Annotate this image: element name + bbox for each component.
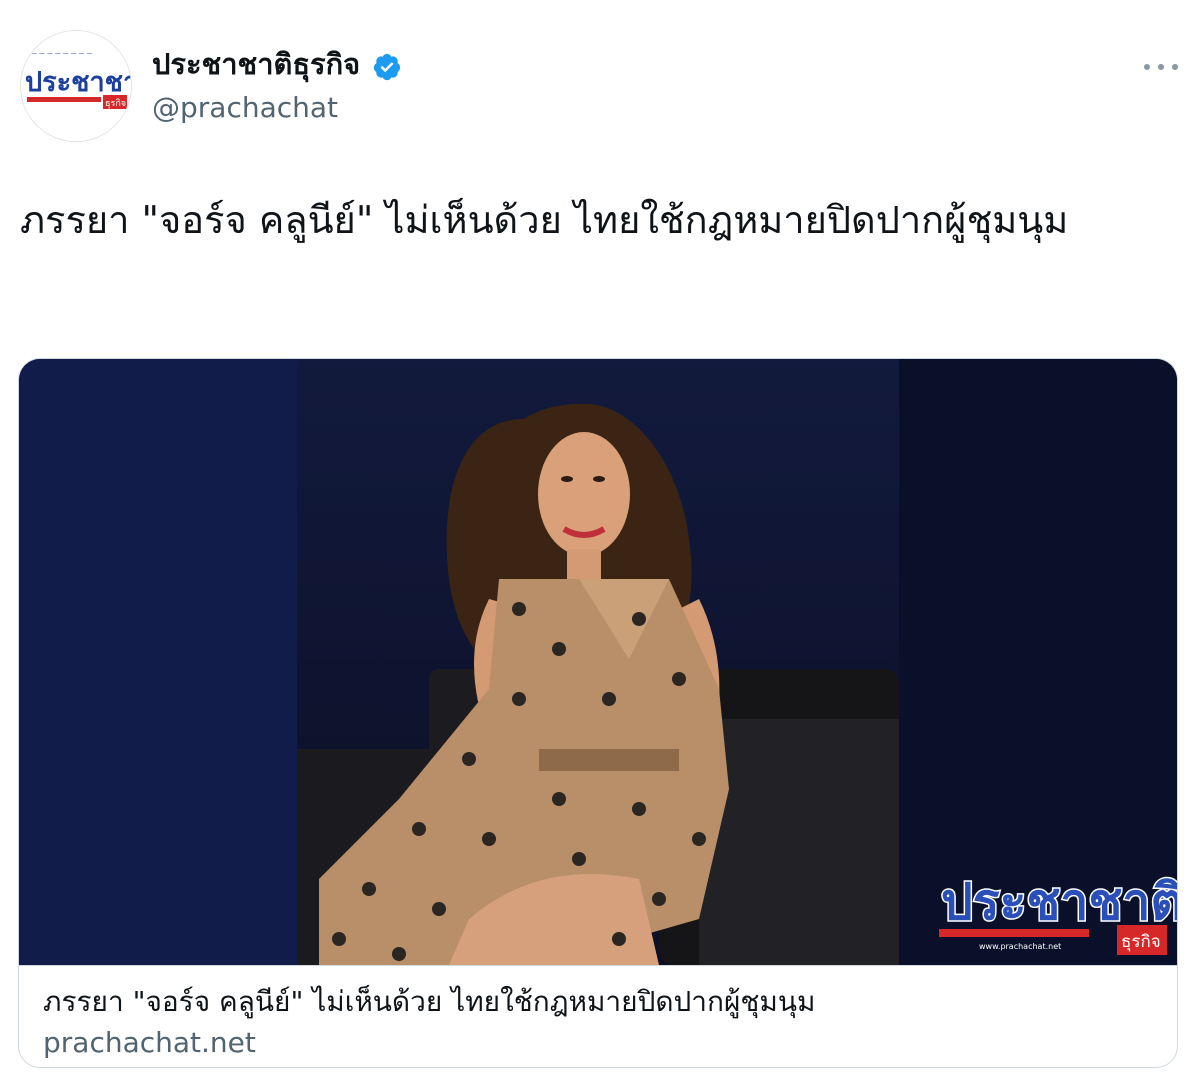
display-name[interactable]: ประชาชาติธุรกิจ (152, 44, 360, 84)
svg-text:ประชาชาติ: ประชาชาติ (941, 873, 1177, 931)
dot-icon (1158, 64, 1164, 70)
card-image[interactable]: ประชาชาติ www.prachachat.net ธุรกิจ (19, 359, 1177, 965)
svg-text:— — — — — — — —: — — — — — — — — (31, 50, 92, 57)
card-divider (19, 965, 1177, 966)
more-options-icon[interactable] (1144, 52, 1178, 82)
card-title[interactable]: ภรรยา "จอร์จ คลูนีย์" ไม่เห็นด้วย ไทยใช้… (43, 982, 1153, 1022)
tweet-text: ภรรยา "จอร์จ คลูนีย์" ไม่เห็นด้วย ไทยใช้… (20, 198, 1069, 242)
avatar[interactable]: — — — — — — — — ประชาชาติ ธุรกิจ (20, 30, 132, 142)
link-preview-card[interactable]: ประชาชาติ www.prachachat.net ธุรกิจ ภรรย… (18, 358, 1178, 1068)
dot-icon (1172, 64, 1178, 70)
svg-text:ธุรกิจ: ธุรกิจ (1121, 932, 1161, 952)
svg-text:ประชาชาติ: ประชาชาติ (25, 67, 132, 98)
verified-badge-icon (373, 53, 401, 81)
prachachat-logo-icon: — — — — — — — — ประชาชาติ ธุรกิจ (21, 31, 132, 141)
card-domain[interactable]: prachachat.net (43, 1023, 256, 1063)
account-handle[interactable]: @prachachat (152, 88, 338, 128)
dot-icon (1144, 64, 1150, 70)
tweet-card: — — — — — — — — ประชาชาติ ธุรกิจ ประชาชา… (0, 0, 1200, 1077)
svg-text:www.prachachat.net: www.prachachat.net (979, 942, 1061, 951)
svg-text:ธุรกิจ: ธุรกิจ (105, 98, 126, 109)
